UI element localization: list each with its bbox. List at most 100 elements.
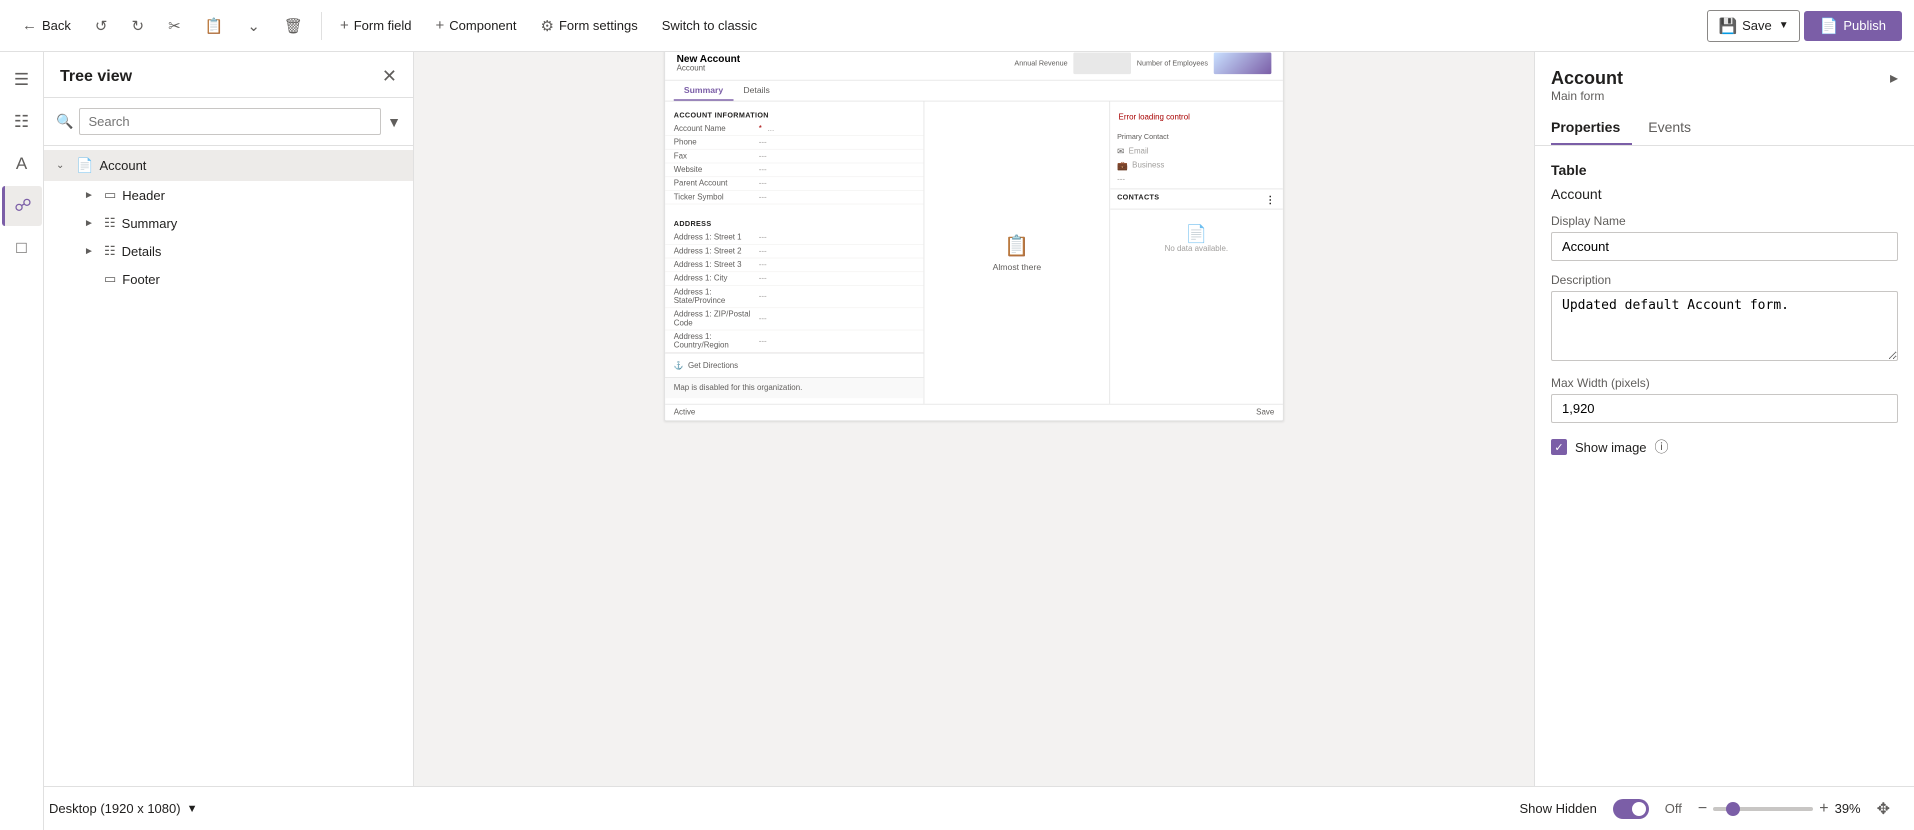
timeline-icon: 📋 (993, 234, 1041, 258)
text-icon-button[interactable]: A (2, 144, 42, 184)
form-row-street3: Address 1: Street 3 --- (665, 258, 924, 272)
tree-item-account[interactable]: ⌄ 📄 Account (44, 150, 413, 181)
cut-button[interactable]: ✂ (158, 11, 191, 41)
employees-chart (1214, 52, 1272, 74)
hamburger-button[interactable]: ☰ (2, 60, 42, 100)
form-row-city: Address 1: City --- (665, 272, 924, 286)
undo-button[interactable]: ↺ (85, 11, 118, 41)
ticker-label: Ticker Symbol (674, 193, 753, 202)
back-icon: ← (22, 17, 37, 34)
zoom-minus-button[interactable]: − (1698, 800, 1707, 818)
redo-button[interactable]: ↻ (121, 11, 154, 41)
rp-tab-events[interactable]: Events (1648, 111, 1703, 145)
search-icon: 🔍 (56, 113, 73, 130)
delete-button[interactable]: 🗑 (274, 11, 313, 41)
layers-icon-button[interactable]: ☍ (2, 186, 42, 226)
rp-show-image-checkbox[interactable]: ✓ (1551, 439, 1567, 455)
email-row: ✉ Email (1110, 144, 1283, 158)
rp-show-image-label: Show image (1575, 440, 1647, 455)
phone-label: Phone (674, 138, 753, 147)
form-row-fax: Fax --- (665, 150, 924, 164)
zip-label: Address 1: ZIP/Postal Code (674, 310, 753, 327)
contacts-expand-icon[interactable]: ⋮ (1265, 194, 1275, 206)
state-label: Address 1: State/Province (674, 288, 753, 305)
tree-item-footer[interactable]: ▭ Footer (44, 265, 413, 293)
preview-title: New Account (677, 52, 740, 64)
info-icon[interactable]: ⓘ (1655, 437, 1669, 457)
rp-display-name-input[interactable] (1551, 232, 1898, 261)
sidebar: Tree view ✕ 🔍 ▼ ⌄ 📄 Account ► ▭ Header (44, 52, 414, 786)
add-form-field-button[interactable]: + Form field (330, 11, 422, 40)
sidebar-close-button[interactable]: ✕ (382, 66, 397, 87)
almost-there-block: 📋 Almost there (993, 234, 1041, 272)
details-label: Details (122, 244, 162, 259)
publish-button[interactable]: 📄 Publish (1804, 11, 1902, 41)
zoom-plus-button[interactable]: + (1819, 800, 1828, 818)
dropdown-button[interactable]: ⌄ (237, 11, 270, 41)
checkbox-check-icon: ✓ (1554, 441, 1563, 454)
annual-revenue-label: Annual Revenue (1014, 59, 1067, 67)
plus-icon2: + (436, 17, 445, 34)
zoom-bar: − + 39% ✥ (1698, 799, 1890, 819)
fit-screen-button[interactable]: ✥ (1877, 799, 1890, 819)
add-component-button[interactable]: + Component (426, 11, 527, 40)
rp-max-width-input[interactable] (1551, 394, 1898, 423)
desktop-selector[interactable]: 🖼 Desktop (1920 x 1080) ▼ (24, 800, 197, 818)
country-label: Address 1: Country/Region (674, 333, 753, 350)
search-input[interactable] (79, 108, 381, 135)
form-row-zip: Address 1: ZIP/Postal Code --- (665, 308, 924, 330)
form-row-country: Address 1: Country/Region --- (665, 330, 924, 352)
footer-icon: ▭ (104, 271, 116, 287)
undo-icon: ↺ (95, 17, 108, 35)
tree-item-header[interactable]: ► ▭ Header (44, 181, 413, 209)
account-label: Account (99, 158, 146, 173)
save-dropdown-arrow: ▼ (1779, 20, 1789, 31)
preview-col3: Error loading control Primary Contact ✉ … (1110, 101, 1283, 403)
city-label: Address 1: City (674, 274, 753, 283)
preview-subtitle: Account (677, 64, 740, 73)
settings-icon: ⚙ (541, 17, 554, 35)
tree-item-summary[interactable]: ► ☷ Summary (44, 209, 413, 237)
left-icon-strip: ☰ ☷ A ☍ □ (0, 52, 44, 786)
cut-icon: ✂ (168, 17, 181, 35)
rp-subtitle: Main form (1551, 89, 1623, 103)
account-name-label: Account Name (674, 124, 753, 133)
preview-title-block: New Account Account (677, 52, 740, 72)
form-settings-button[interactable]: ⚙ Form settings (531, 11, 648, 41)
tab-summary[interactable]: Summary (674, 81, 734, 101)
filter-button[interactable]: ▼ (387, 114, 401, 130)
rp-expand-button[interactable]: ▸ (1890, 68, 1898, 88)
search-container: 🔍 ▼ (44, 98, 413, 146)
off-label: Off (1665, 801, 1682, 816)
save-button[interactable]: 💾 Save ▼ (1707, 10, 1799, 42)
tree-item-details[interactable]: ► ☷ Details (44, 237, 413, 265)
col3-dots: --- (1110, 173, 1283, 186)
back-button[interactable]: ← Back (12, 11, 81, 40)
rp-tab-properties[interactable]: Properties (1551, 111, 1632, 145)
required-star: * (759, 124, 762, 133)
primary-contact-label: Primary Contact (1110, 130, 1283, 144)
map-disabled: Map is disabled for this organization. (665, 377, 924, 398)
preview-footer-bar: Active Save (665, 404, 1283, 421)
switch-classic-button[interactable]: Switch to classic (652, 12, 767, 39)
rp-description-input[interactable]: Updated default Account form. (1551, 291, 1898, 361)
header-icon: ▭ (104, 187, 116, 203)
fax-label: Fax (674, 152, 753, 161)
copy-button[interactable]: 📋 (195, 11, 234, 41)
show-hidden-toggle[interactable] (1613, 799, 1649, 819)
grid-icon-button[interactable]: ☷ (2, 102, 42, 142)
component-icon-button[interactable]: □ (2, 228, 42, 268)
form-icon: 📄 (76, 157, 93, 174)
rp-display-name-label: Display Name (1551, 214, 1898, 228)
rp-table-value: Account (1551, 186, 1898, 202)
tree-container: ⌄ 📄 Account ► ▭ Header ► ☷ Summary ► ☷ D… (44, 146, 413, 786)
sidebar-title: Tree view (60, 68, 132, 86)
form-row-phone: Phone --- (665, 136, 924, 150)
publish-icon: 📄 (1820, 17, 1839, 35)
right-panel-header: Account Main form ▸ (1535, 52, 1914, 111)
zoom-slider[interactable] (1713, 807, 1813, 811)
footer-save: Save (1256, 408, 1274, 417)
delete-icon: 🗑 (284, 17, 303, 35)
tab-details[interactable]: Details (733, 81, 780, 101)
show-hidden-label: Show Hidden (1519, 801, 1596, 816)
